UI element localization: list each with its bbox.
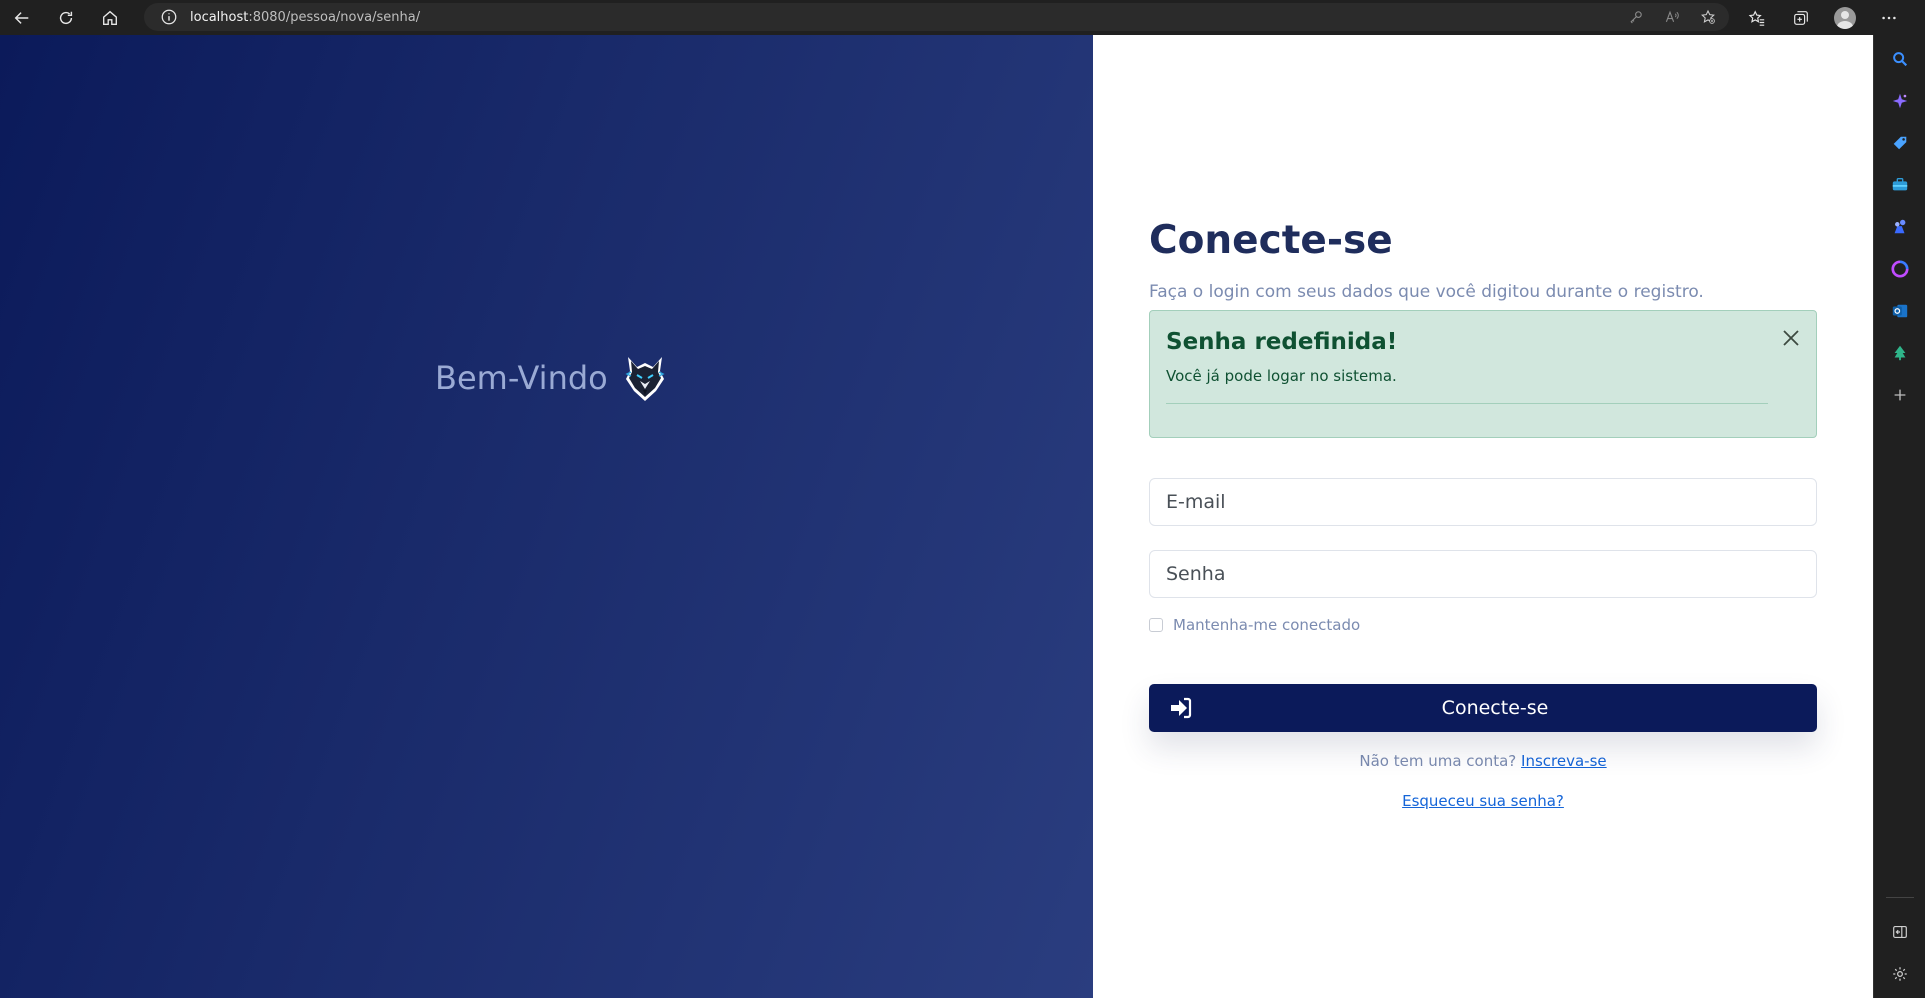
forgot-row: Esqueceu sua senha? (1149, 792, 1817, 810)
read-aloud-icon[interactable] (1659, 4, 1685, 30)
login-panel: Conecte-se Faça o login com seus dados q… (1093, 35, 1873, 998)
signup-prompt: Não tem uma conta? (1359, 751, 1517, 770)
remember-label: Mantenha-me conectado (1173, 615, 1361, 634)
hide-sidebar-icon[interactable] (1882, 914, 1918, 950)
games-icon[interactable] (1882, 209, 1918, 245)
more-icon[interactable] (1867, 0, 1911, 35)
home-icon[interactable] (88, 0, 132, 35)
welcome-panel: Bem-Vindo (0, 35, 1093, 998)
url-host: localhost (190, 9, 249, 25)
tools-icon[interactable] (1882, 167, 1918, 203)
collections-icon[interactable] (1779, 0, 1823, 35)
add-favorite-icon[interactable] (1695, 4, 1721, 30)
info-icon[interactable] (160, 8, 178, 26)
alert-text: Você já pode logar no sistema. (1166, 366, 1397, 385)
browser-sidebar (1873, 35, 1925, 998)
signup-row: Não tem uma conta? Inscreva-se (1149, 752, 1817, 770)
signup-link[interactable]: Inscreva-se (1521, 752, 1607, 770)
welcome-block: Bem-Vindo (435, 353, 668, 403)
alert-divider (1166, 402, 1768, 404)
success-alert: Senha redefinida! Você já pode logar no … (1149, 309, 1817, 438)
login-form: Conecte-se Faça o login com seus dados q… (1149, 218, 1817, 810)
login-subtitle: Faça o login com seus dados que você dig… (1149, 281, 1704, 302)
back-icon[interactable] (0, 0, 44, 35)
key-icon[interactable] (1623, 4, 1649, 30)
remember-me[interactable]: Mantenha-me conectado (1149, 616, 1817, 634)
forgot-password-link[interactable]: Esqueceu sua senha? (1402, 792, 1564, 810)
shopping-icon[interactable] (1882, 125, 1918, 161)
welcome-text: Bem-Vindo (435, 359, 608, 397)
email-field[interactable] (1149, 477, 1817, 526)
address-bar[interactable]: localhost:8080/pessoa/nova/senha/ (144, 3, 1729, 31)
tree-icon[interactable] (1882, 335, 1918, 371)
close-icon[interactable] (1780, 327, 1802, 349)
settings-icon[interactable] (1882, 956, 1918, 992)
office-icon[interactable] (1882, 251, 1918, 287)
copilot-icon[interactable] (1882, 83, 1918, 119)
login-button[interactable]: Conecte-se (1149, 683, 1817, 732)
page-viewport: Bem-Vindo Conecte-se Faça o login com se… (0, 35, 1873, 998)
favorites-icon[interactable] (1735, 0, 1779, 35)
browser-toolbar: localhost:8080/pessoa/nova/senha/ (0, 0, 1925, 35)
url-text[interactable]: localhost:8080/pessoa/nova/senha/ (190, 10, 420, 25)
page-title: Conecte-se (1149, 218, 1393, 263)
add-icon[interactable] (1882, 377, 1918, 413)
profile-avatar[interactable] (1823, 0, 1867, 35)
alert-title: Senha redefinida! (1166, 328, 1398, 355)
sign-in-icon (1171, 697, 1192, 718)
remember-checkbox[interactable] (1149, 617, 1163, 632)
search-icon[interactable] (1882, 41, 1918, 77)
refresh-icon[interactable] (44, 0, 88, 35)
wolf-logo (625, 357, 665, 401)
url-path: :8080/pessoa/nova/senha/ (248, 9, 421, 25)
outlook-icon[interactable] (1882, 293, 1918, 329)
password-field[interactable] (1149, 549, 1817, 598)
login-button-label: Conecte-se (1441, 696, 1549, 719)
